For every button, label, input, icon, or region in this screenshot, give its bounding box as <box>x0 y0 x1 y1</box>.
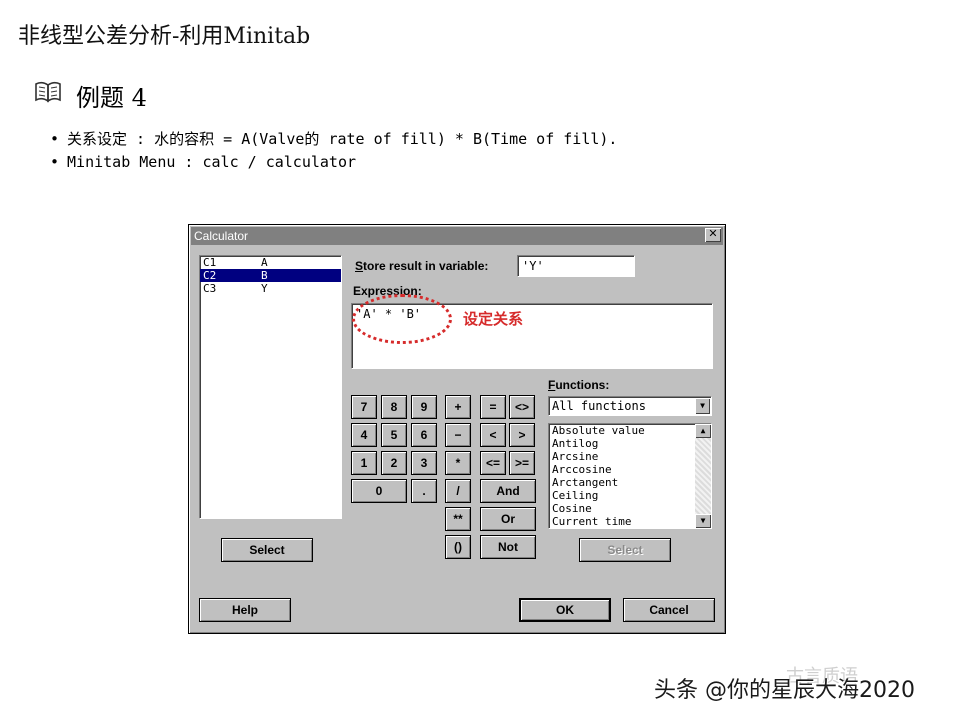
key-equals[interactable]: = <box>480 395 506 419</box>
key-less[interactable]: < <box>480 423 506 447</box>
cancel-button[interactable]: Cancel <box>623 598 715 622</box>
key-3[interactable]: 3 <box>411 451 437 475</box>
help-button[interactable]: Help <box>199 598 291 622</box>
function-item[interactable]: Antilog <box>549 437 711 450</box>
ok-button[interactable]: OK <box>519 598 611 622</box>
chevron-down-icon[interactable]: ▼ <box>695 398 710 414</box>
variable-row[interactable]: C1 A <box>200 256 341 269</box>
variable-column: C1 <box>203 256 217 269</box>
annotation-circle <box>352 294 452 344</box>
key-6[interactable]: 6 <box>411 423 437 447</box>
functions-scrollbar[interactable]: ▲ ▼ <box>695 424 711 528</box>
key-7[interactable]: 7 <box>351 395 377 419</box>
watermark: 头条 @你的星辰大海2020 <box>654 678 915 703</box>
bullet-menu: Minitab Menu : calc / calculator <box>50 151 617 174</box>
key-multiply[interactable]: * <box>445 451 471 475</box>
dialog-titlebar[interactable]: Calculator ✕ <box>191 227 723 245</box>
function-item[interactable]: Arcsine <box>549 450 711 463</box>
key-greater-equal[interactable]: >= <box>509 451 535 475</box>
key-0[interactable]: 0 <box>351 479 407 503</box>
functions-label: Functions: <box>548 378 610 392</box>
variable-column: C2 <box>203 269 217 282</box>
store-result-input[interactable]: 'Y' <box>517 255 635 277</box>
select-variable-button[interactable]: Select <box>221 538 313 562</box>
book-icon <box>34 80 62 110</box>
variable-list[interactable]: C1 A C2 B C3 Y <box>199 255 342 519</box>
slide-title: 非线型公差分析-利用Minitab <box>18 24 311 49</box>
store-label: Store result in variable: <box>355 259 489 273</box>
close-button[interactable]: ✕ <box>705 228 721 242</box>
key-plus[interactable]: + <box>445 395 471 419</box>
functions-dropdown[interactable]: All functions ▼ <box>548 396 712 416</box>
key-power[interactable]: ** <box>445 507 471 531</box>
variable-row-selected[interactable]: C2 B <box>200 269 341 282</box>
bullet-relation: 关系设定 : 水的容积 = A(Valve的 rate of fill) * B… <box>50 128 617 151</box>
key-9[interactable]: 9 <box>411 395 437 419</box>
function-item[interactable]: Current time <box>549 515 711 528</box>
key-less-equal[interactable]: <= <box>480 451 506 475</box>
key-and[interactable]: And <box>480 479 536 503</box>
calculator-dialog: Calculator ✕ C1 A C2 B C3 Y Select Store… <box>188 224 726 634</box>
scroll-up-icon[interactable]: ▲ <box>695 424 711 438</box>
bullet-list: 关系设定 : 水的容积 = A(Valve的 rate of fill) * B… <box>50 128 617 174</box>
section-heading-text: 例题 4 <box>76 83 147 112</box>
scroll-down-icon[interactable]: ▼ <box>695 514 711 528</box>
key-greater[interactable]: > <box>509 423 535 447</box>
section-heading: 例题 4 <box>34 80 147 112</box>
functions-dropdown-value: All functions <box>552 399 646 413</box>
key-5[interactable]: 5 <box>381 423 407 447</box>
annotation-text: 设定关系 <box>463 310 524 328</box>
variable-name: B <box>261 269 268 282</box>
function-item[interactable]: Arccosine <box>549 463 711 476</box>
dialog-title: Calculator <box>194 229 249 243</box>
select-function-button[interactable]: Select <box>579 538 671 562</box>
function-item[interactable]: Ceiling <box>549 489 711 502</box>
functions-list[interactable]: Absolute value Antilog Arcsine Arccosine… <box>548 423 712 529</box>
variable-name: A <box>261 256 268 269</box>
key-4[interactable]: 4 <box>351 423 377 447</box>
key-minus[interactable]: − <box>445 423 471 447</box>
function-item[interactable]: Absolute value <box>549 424 711 437</box>
function-item[interactable]: Arctangent <box>549 476 711 489</box>
function-item[interactable]: Cosine <box>549 502 711 515</box>
key-not[interactable]: Not <box>480 535 536 559</box>
key-dot[interactable]: . <box>411 479 437 503</box>
key-1[interactable]: 1 <box>351 451 377 475</box>
key-or[interactable]: Or <box>480 507 536 531</box>
variable-name: Y <box>261 282 268 295</box>
key-divide[interactable]: / <box>445 479 471 503</box>
key-not-equal[interactable]: <> <box>509 395 535 419</box>
key-2[interactable]: 2 <box>381 451 407 475</box>
variable-row[interactable]: C3 Y <box>200 282 341 295</box>
variable-column: C3 <box>203 282 217 295</box>
key-8[interactable]: 8 <box>381 395 407 419</box>
key-parentheses[interactable]: () <box>445 535 471 559</box>
